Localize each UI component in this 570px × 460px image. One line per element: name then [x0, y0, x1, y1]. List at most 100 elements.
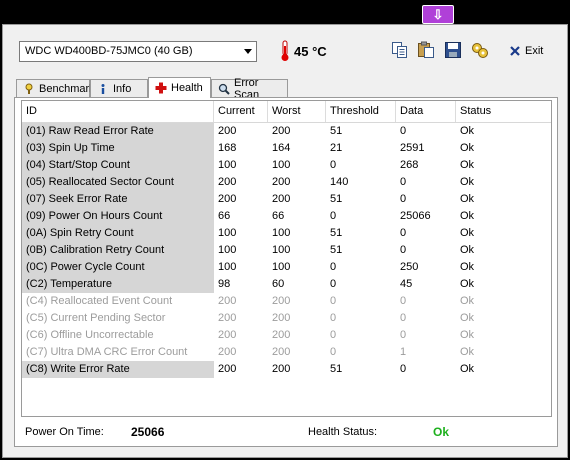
- drive-select[interactable]: WDC WD400BD-75JMC0 (40 GB): [19, 41, 257, 62]
- cell-threshold: 0: [330, 210, 337, 222]
- cell-worst: 200: [272, 295, 291, 307]
- cell-worst: 100: [272, 227, 291, 239]
- cell-id: (05) Reallocated Sector Count: [22, 174, 214, 191]
- cell-data: 0: [400, 125, 407, 137]
- cell-current: 100: [218, 159, 237, 171]
- cell-id: (C7) Ultra DMA CRC Error Count: [22, 344, 214, 361]
- tab-benchmark-label: Benchmark: [39, 82, 95, 95]
- cell-status: Ok: [460, 346, 475, 358]
- cell-status: Ok: [460, 244, 475, 256]
- thermometer-icon: [281, 40, 289, 61]
- cell-current: 200: [218, 312, 237, 324]
- table-row[interactable]: (C8) Write Error Rate 200 200 51 0 Ok: [22, 361, 551, 378]
- cell-current: 200: [218, 363, 237, 375]
- cell-status: Ok: [460, 142, 475, 154]
- column-header-data[interactable]: Data: [396, 101, 456, 122]
- cell-threshold: 51: [330, 125, 343, 137]
- save-icon[interactable]: [444, 41, 462, 59]
- table-row[interactable]: (0A) Spin Retry Count 100 100 51 0 Ok: [22, 225, 551, 242]
- table-row[interactable]: (07) Seek Error Rate 200 200 51 0 Ok: [22, 191, 551, 208]
- cell-threshold: 0: [330, 329, 337, 341]
- health-panel: ID Current Worst Threshold Data Status (…: [14, 97, 558, 447]
- cell-id: (C5) Current Pending Sector: [22, 310, 214, 327]
- cell-status: Ok: [460, 295, 475, 307]
- chevron-down-icon: [244, 49, 252, 54]
- cell-id: (C2) Temperature: [22, 276, 214, 293]
- cell-threshold: 140: [330, 176, 349, 188]
- exit-button[interactable]: Exit: [509, 41, 543, 61]
- cell-data: 250: [400, 261, 419, 273]
- cell-data: 0: [400, 312, 407, 324]
- power-on-time-label: Power On Time:: [25, 426, 104, 438]
- cell-id: (0C) Power Cycle Count: [22, 259, 214, 276]
- table-body: (01) Raw Read Error Rate 200 200 51 0 Ok (03) …: [22, 123, 551, 378]
- cell-threshold: 0: [330, 346, 337, 358]
- drive-select-value: WDC WD400BD-75JMC0 (40 GB): [25, 45, 193, 57]
- column-header-status[interactable]: Status: [456, 101, 551, 122]
- cell-data: 0: [400, 244, 407, 256]
- download-arrow-icon[interactable]: ⇩: [422, 5, 454, 24]
- table-row[interactable]: (0B) Calibration Retry Count 100 100 51 0 Ok: [22, 242, 551, 259]
- cell-threshold: 51: [330, 193, 343, 205]
- cell-status: Ok: [460, 176, 475, 188]
- paste-icon[interactable]: [417, 41, 435, 59]
- cell-current: 200: [218, 346, 237, 358]
- cell-worst: 100: [272, 244, 291, 256]
- cell-id: (C6) Offline Uncorrectable: [22, 327, 214, 344]
- column-header-worst[interactable]: Worst: [268, 101, 326, 122]
- magnifier-icon: [218, 83, 230, 95]
- cell-data: 45: [400, 278, 413, 290]
- options-icon[interactable]: [471, 41, 489, 59]
- exit-label: Exit: [525, 45, 544, 57]
- table-row[interactable]: (C5) Current Pending Sector 200 200 0 0 Ok: [22, 310, 551, 327]
- cell-worst: 164: [272, 142, 291, 154]
- column-header-id[interactable]: ID: [22, 101, 214, 122]
- cell-status: Ok: [460, 363, 475, 375]
- cell-id: (C4) Reallocated Event Count: [22, 293, 214, 310]
- cell-worst: 100: [272, 159, 291, 171]
- table-header: ID Current Worst Threshold Data Status: [22, 101, 551, 123]
- column-header-threshold[interactable]: Threshold: [326, 101, 396, 122]
- health-status-value: Ok: [433, 425, 450, 439]
- cell-worst: 200: [272, 193, 291, 205]
- table-row[interactable]: (04) Start/Stop Count 100 100 0 268 Ok: [22, 157, 551, 174]
- table-row[interactable]: (05) Reallocated Sector Count 200 200 140 0 O…: [22, 174, 551, 191]
- health-status-label: Health Status:: [308, 426, 378, 438]
- cell-worst: 200: [272, 346, 291, 358]
- cell-data: 2591: [400, 142, 425, 154]
- cell-threshold: 0: [330, 278, 337, 290]
- table-row[interactable]: (C2) Temperature 98 60 0 45 Ok: [22, 276, 551, 293]
- cell-worst: 66: [272, 210, 285, 222]
- close-icon: [510, 46, 520, 56]
- tab-info-label: Info: [113, 82, 132, 95]
- cell-id: (03) Spin Up Time: [22, 140, 214, 157]
- cell-data: 0: [400, 176, 407, 188]
- cell-status: Ok: [460, 261, 475, 273]
- cell-status: Ok: [460, 329, 475, 341]
- cell-worst: 200: [272, 363, 291, 375]
- cell-worst: 100: [272, 261, 291, 273]
- table-row[interactable]: (01) Raw Read Error Rate 200 200 51 0 Ok: [22, 123, 551, 140]
- column-header-current[interactable]: Current: [214, 101, 268, 122]
- table-row[interactable]: (C4) Reallocated Event Count 200 200 0 0 Ok: [22, 293, 551, 310]
- cell-id: (09) Power On Hours Count: [22, 208, 214, 225]
- table-row[interactable]: (03) Spin Up Time 168 164 21 2591 Ok: [22, 140, 551, 157]
- cell-status: Ok: [460, 125, 475, 137]
- tab-info[interactable]: Info: [90, 79, 148, 97]
- cell-worst: 200: [272, 312, 291, 324]
- table-row[interactable]: (C7) Ultra DMA CRC Error Count 200 200 0 1 Ok: [22, 344, 551, 361]
- tab-health[interactable]: Health: [148, 77, 211, 98]
- tab-error-scan[interactable]: Error Scan: [211, 77, 288, 101]
- cell-status: Ok: [460, 278, 475, 290]
- cell-current: 200: [218, 329, 237, 341]
- tab-benchmark[interactable]: Benchmark: [16, 79, 95, 97]
- cell-worst: 200: [272, 329, 291, 341]
- cell-data: 0: [400, 227, 407, 239]
- table-row[interactable]: (C6) Offline Uncorrectable 200 200 0 0 Ok: [22, 327, 551, 344]
- cell-current: 200: [218, 295, 237, 307]
- cell-worst: 200: [272, 176, 291, 188]
- table-row[interactable]: (0C) Power Cycle Count 100 100 0 250 Ok: [22, 259, 551, 276]
- cell-id: (C8) Write Error Rate: [22, 361, 214, 378]
- copy-icon[interactable]: [391, 41, 409, 59]
- table-row[interactable]: (09) Power On Hours Count 66 66 0 25066 Ok: [22, 208, 551, 225]
